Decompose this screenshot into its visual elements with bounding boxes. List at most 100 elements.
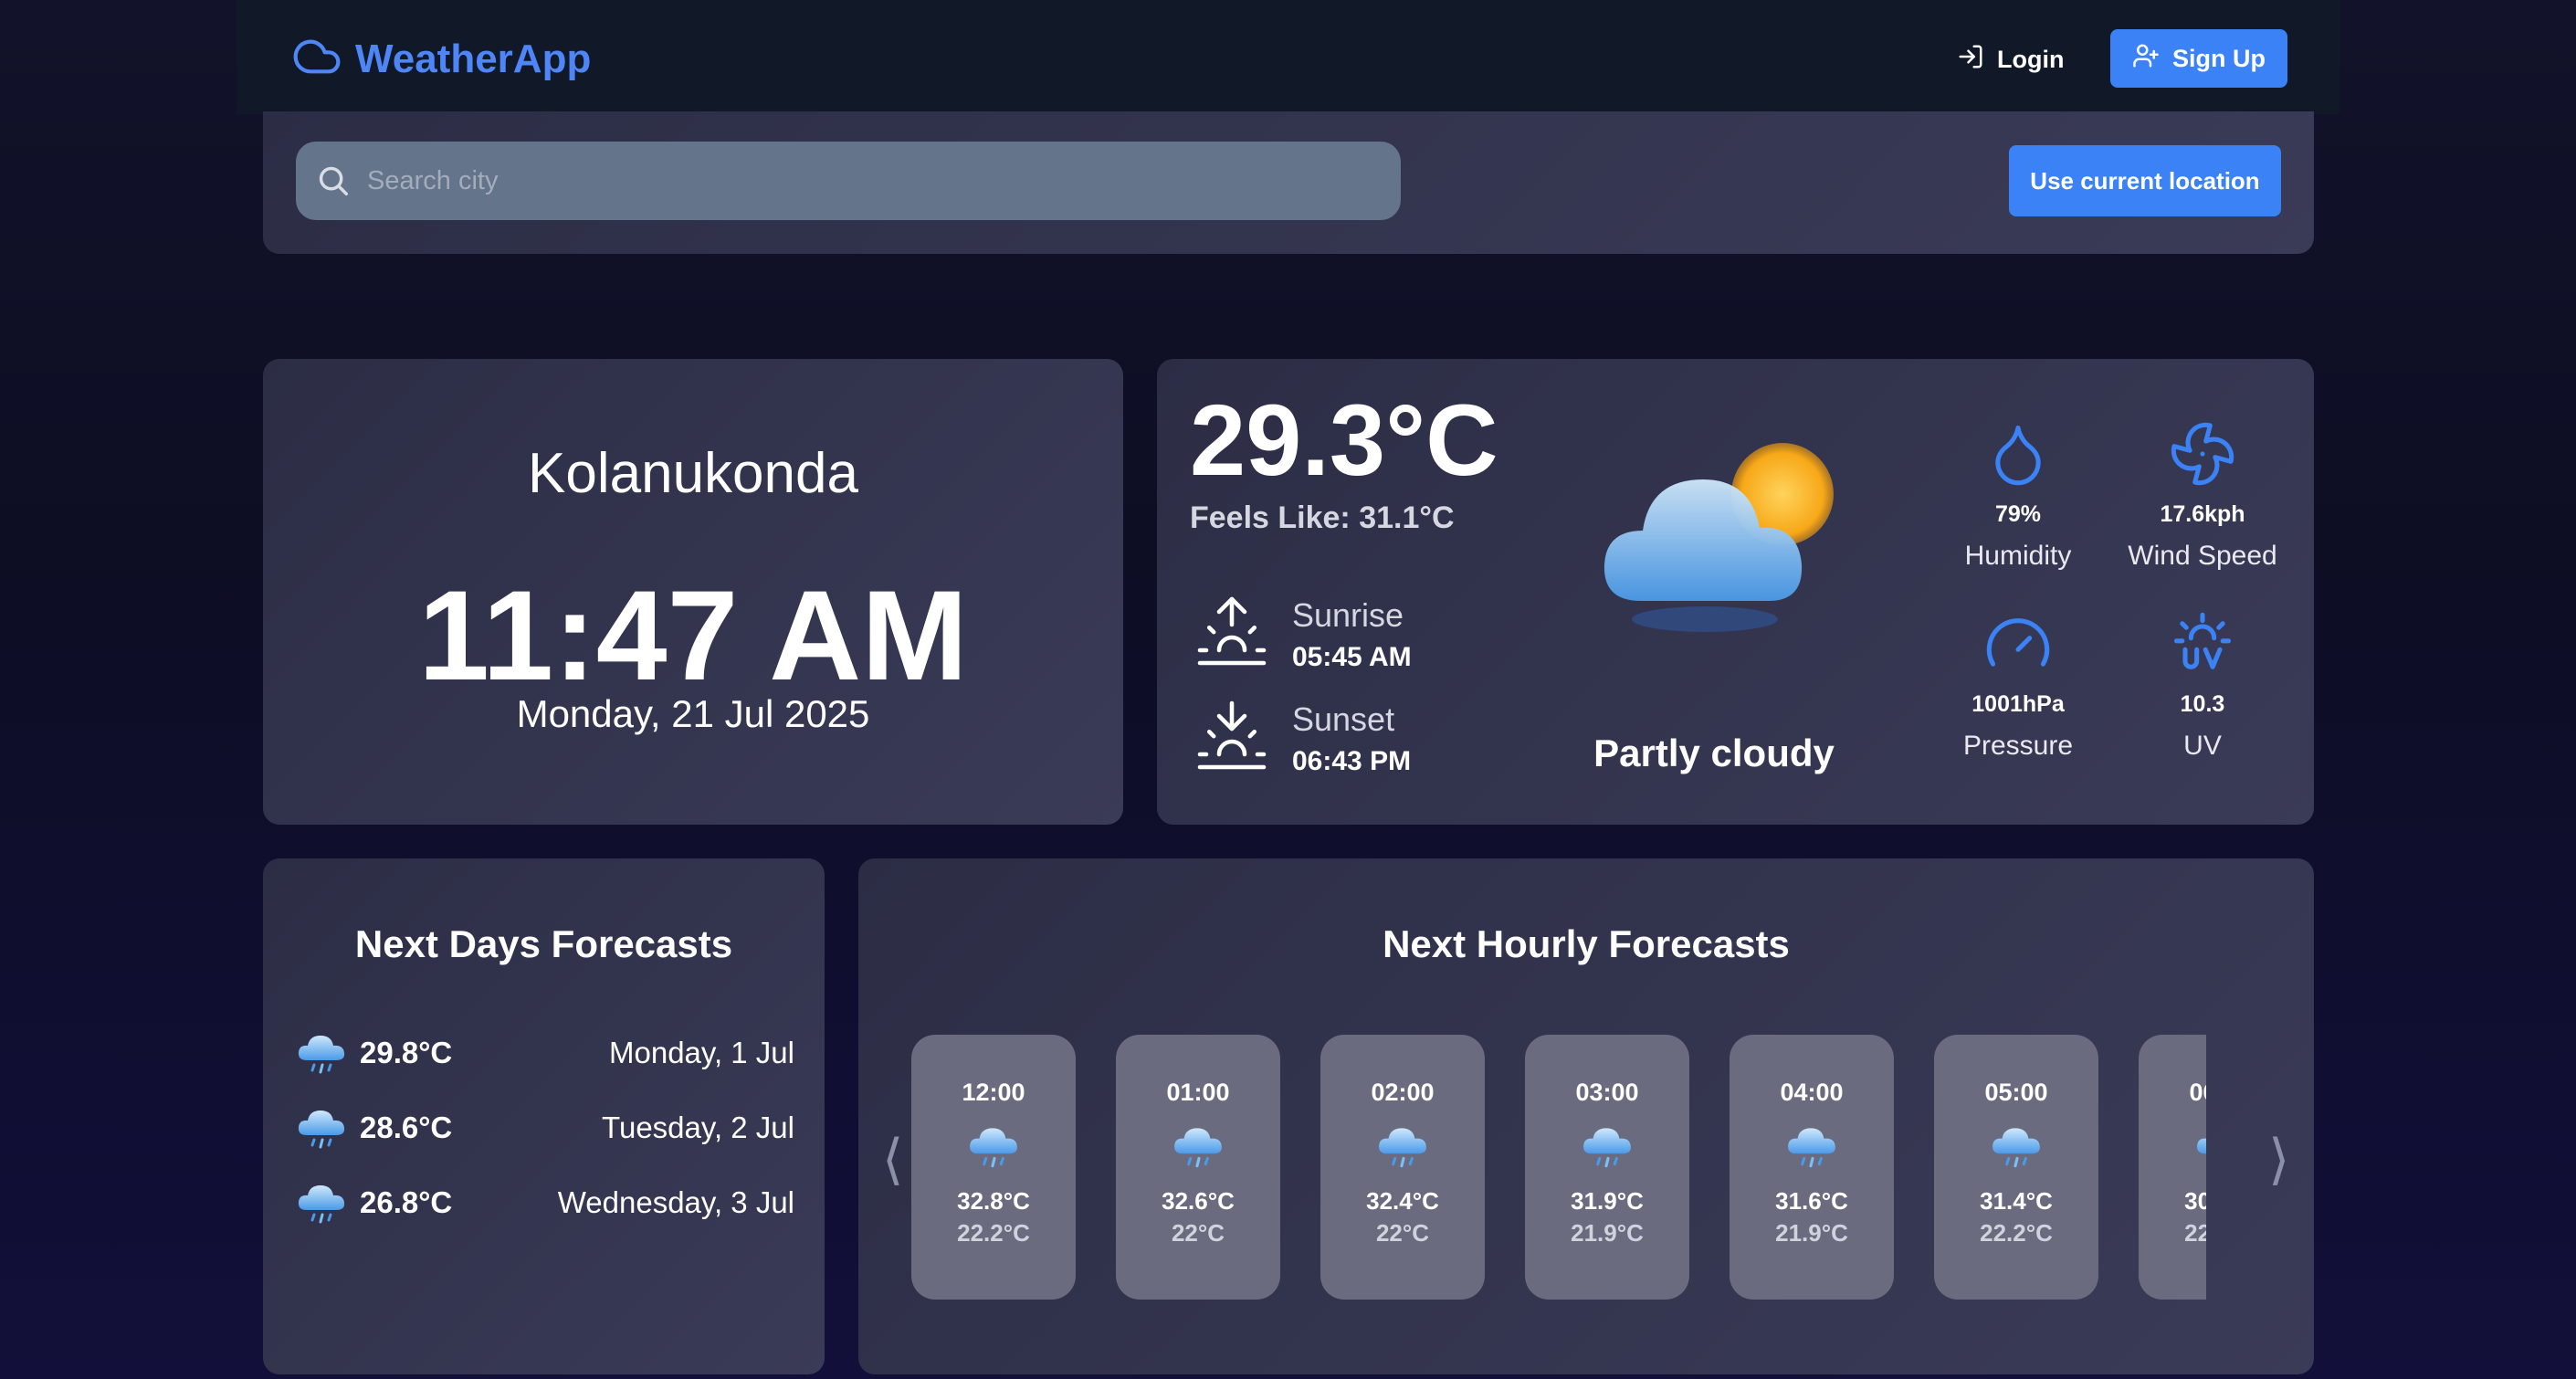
top-navbar: WeatherApp Login Sign Up xyxy=(237,0,2340,114)
city-name: Kolanukonda xyxy=(528,442,858,505)
hour-time: 04:00 xyxy=(1780,1079,1844,1106)
hourly-item: 12:00 32.8°C 22.2°C xyxy=(911,1035,1076,1300)
hour-time: 12:00 xyxy=(962,1079,1025,1106)
hourly-forecast-card: Next Hourly Forecasts ⟨ ⟩ 12:00 32.8°C 2… xyxy=(858,858,2314,1374)
rain-cloud-icon xyxy=(1170,1121,1226,1171)
hour-time: 02:00 xyxy=(1371,1079,1435,1106)
daily-forecast-card: Next Days Forecasts 29.8°C Monday, 1 Jul… xyxy=(263,858,825,1374)
daily-forecast-row: 28.6°C Tuesday, 2 Jul xyxy=(294,1100,794,1155)
pressure-value: 1001hPa xyxy=(1971,691,2065,717)
hour-max-temp: 31.9°C xyxy=(1571,1187,1644,1215)
login-label: Login xyxy=(1997,45,2065,73)
weather-condition: Partly cloudy xyxy=(1593,732,1835,774)
brand-name: WeatherApp xyxy=(355,36,592,81)
rain-cloud-icon xyxy=(1783,1121,1840,1171)
day-temperature: 26.8°C xyxy=(360,1185,453,1219)
day-temperature: 28.6°C xyxy=(360,1111,453,1144)
hourly-item: 01:00 32.6°C 22°C xyxy=(1116,1035,1280,1300)
pressure-label: Pressure xyxy=(1962,731,2074,761)
droplet-icon xyxy=(1927,419,2109,489)
brand[interactable]: WeatherApp xyxy=(291,31,591,87)
rain-cloud-icon xyxy=(1988,1121,2045,1171)
hourly-item: 03:00 31.9°C 21.9°C xyxy=(1525,1035,1689,1300)
signup-button[interactable]: Sign Up xyxy=(2110,29,2287,88)
hour-min-temp: 22.2°C xyxy=(1980,1219,2053,1247)
rain-cloud-icon xyxy=(294,1179,349,1226)
sunset-icon xyxy=(1193,697,1270,778)
current-weather-card: 29.3°C Feels Like: 31.1°C Sunrise 05:45 … xyxy=(1157,359,2314,825)
sunset-label: Sunset xyxy=(1292,700,1395,738)
hour-min-temp: 22.2°C xyxy=(957,1219,1030,1247)
hourly-item: 02:00 32.4°C 22°C xyxy=(1320,1035,1485,1300)
current-temperature: 29.3°C xyxy=(1190,384,1498,497)
hour-min-temp: 21.9°C xyxy=(1775,1219,1848,1247)
hour-max-temp: 32.4°C xyxy=(1366,1187,1439,1215)
log-in-icon xyxy=(1957,43,1984,77)
local-date: Monday, 21 Jul 2025 xyxy=(516,692,870,735)
uv-value: 10.3 xyxy=(2180,691,2225,717)
app-window: WeatherApp Login Sign Up Use current loc… xyxy=(0,0,2576,1379)
humidity-metric: 79% Humidity xyxy=(1927,419,2109,572)
sunset-row: Sunset 06:43 PM xyxy=(1193,697,1411,778)
hour-max-temp: 31.4°C xyxy=(1980,1187,2053,1215)
day-date: Monday, 1 Jul xyxy=(609,1036,794,1069)
daily-forecast-row: 29.8°C Monday, 1 Jul xyxy=(294,1026,794,1080)
search-input[interactable] xyxy=(367,142,1381,220)
hour-min-temp: 22°C xyxy=(1375,1219,1430,1247)
hour-max-temp: 30.2°C xyxy=(2184,1187,2206,1215)
day-date: Tuesday, 2 Jul xyxy=(602,1111,794,1144)
rain-cloud-icon xyxy=(1579,1121,1635,1171)
hourly-item: 04:00 31.6°C 21.9°C xyxy=(1730,1035,1894,1300)
hour-min-temp: 22.5°C xyxy=(2184,1219,2206,1247)
partly-cloudy-icon xyxy=(1586,414,1860,651)
humidity-value: 79% xyxy=(1994,501,2042,527)
uv-icon xyxy=(2111,609,2294,679)
uv-metric: 10.3 UV xyxy=(2111,609,2294,762)
city-time-card: Kolanukonda 11:47 AM Monday, 21 Jul 2025 xyxy=(263,359,1123,825)
daily-forecast-title: Next Days Forecasts xyxy=(354,922,733,965)
carousel-next-button[interactable]: ⟩ xyxy=(2268,1132,2289,1187)
pressure-metric: 1001hPa Pressure xyxy=(1927,609,2109,762)
search-box[interactable] xyxy=(296,142,1401,220)
hour-min-temp: 21.9°C xyxy=(1571,1219,1644,1247)
use-current-location-button[interactable]: Use current location xyxy=(2009,145,2281,216)
hour-time: 06:00 xyxy=(2189,1079,2206,1106)
hourly-item: 06:00 30.2°C 22.5°C xyxy=(2139,1035,2206,1300)
hour-time: 01:00 xyxy=(1166,1079,1230,1106)
hour-time: 05:00 xyxy=(1984,1079,2048,1106)
hour-max-temp: 32.6°C xyxy=(1162,1187,1235,1215)
user-plus-icon xyxy=(2132,42,2160,76)
signup-label: Sign Up xyxy=(2172,44,2266,72)
search-panel: Use current location xyxy=(263,111,2314,254)
hour-time: 03:00 xyxy=(1575,1079,1639,1106)
hour-min-temp: 22°C xyxy=(1171,1219,1225,1247)
humidity-label: Humidity xyxy=(1964,541,2072,571)
feels-like: Feels Like: 31.1°C xyxy=(1190,500,1455,535)
rain-cloud-icon xyxy=(294,1029,349,1077)
daily-forecast-row: 26.8°C Wednesday, 3 Jul xyxy=(294,1175,794,1230)
day-date: Wednesday, 3 Jul xyxy=(557,1185,794,1219)
wind-speed-label: Wind Speed xyxy=(2128,541,2277,571)
day-temperature: 29.8°C xyxy=(360,1036,453,1069)
local-time: 11:47 AM xyxy=(418,563,968,707)
carousel-prev-button[interactable]: ⟨ xyxy=(882,1132,903,1187)
gauge-icon xyxy=(1927,609,2109,679)
sunrise-label: Sunrise xyxy=(1292,596,1404,634)
wind-speed-metric: 17.6kph Wind Speed xyxy=(2111,419,2294,572)
hour-max-temp: 32.8°C xyxy=(957,1187,1030,1215)
wind-speed-value: 17.6kph xyxy=(2160,501,2245,527)
rain-cloud-icon xyxy=(1374,1121,1431,1171)
login-button[interactable]: Login xyxy=(1957,31,2064,88)
hourly-forecast-title: Next Hourly Forecasts xyxy=(1383,922,1790,965)
sunset-time: 06:43 PM xyxy=(1292,746,1412,776)
cloud-icon xyxy=(291,31,342,87)
rain-cloud-icon xyxy=(294,1104,349,1152)
sunrise-icon xyxy=(1193,593,1270,674)
hourly-carousel[interactable]: 12:00 32.8°C 22.2°C 01:00 32.6°C 22°C 02… xyxy=(911,1035,2206,1301)
uv-label: UV xyxy=(2183,731,2222,761)
hour-max-temp: 31.6°C xyxy=(1775,1187,1848,1215)
sunrise-row: Sunrise 05:45 AM xyxy=(1193,593,1412,674)
rain-cloud-icon xyxy=(2192,1121,2206,1171)
hourly-item: 05:00 31.4°C 22.2°C xyxy=(1934,1035,2098,1300)
sunrise-time: 05:45 AM xyxy=(1292,642,1412,672)
